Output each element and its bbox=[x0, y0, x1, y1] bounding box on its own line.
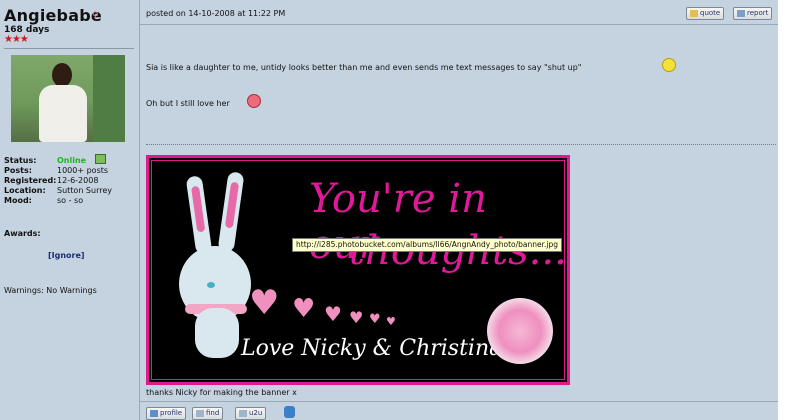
post-separator bbox=[146, 144, 776, 145]
rose-icon bbox=[487, 298, 553, 364]
banner-love-line: Love Nicky & Christina x bbox=[241, 336, 522, 361]
heart-icon: ♥ bbox=[386, 315, 396, 328]
heart-icon: ♥ bbox=[292, 294, 316, 324]
sidebar-divider bbox=[4, 48, 134, 49]
warnings-text: Warnings: No Warnings bbox=[4, 286, 97, 295]
heart-icon: ♥ bbox=[249, 283, 280, 323]
post-text-line1: Sia is like a daughter to me, untidy loo… bbox=[146, 63, 582, 72]
post-caption: thanks Nicky for making the banner x bbox=[146, 388, 297, 397]
awards-label: Awards: bbox=[4, 229, 41, 238]
posts-value: 1000+ posts bbox=[57, 166, 109, 175]
posts-label: Posts: bbox=[4, 166, 32, 175]
u2u-button[interactable]: u2u bbox=[235, 407, 267, 420]
profile-icon bbox=[150, 409, 158, 417]
love-smiley-icon bbox=[247, 94, 261, 108]
female-icon: ♀ bbox=[92, 11, 99, 21]
author-sidebar: Angiebabe ♀ 168 days ★★★ Status: Online … bbox=[0, 0, 140, 420]
rating-stars-icon: ★★★ bbox=[4, 34, 29, 45]
heart-icon: ♥ bbox=[349, 308, 364, 327]
ignore-link[interactable]: [Ignore] bbox=[48, 251, 85, 260]
post-header-divider bbox=[140, 24, 778, 25]
report-button[interactable]: report bbox=[733, 7, 773, 20]
banner-image[interactable]: You're in our thoughts... ♥ ♥ ♥ ♥ ♥ ♥ Lo… bbox=[146, 155, 570, 385]
heart-icon: ♥ bbox=[324, 302, 342, 326]
smiley-icon bbox=[662, 58, 676, 72]
registered-value: 12-6-2008 bbox=[57, 176, 99, 185]
status-value: Online bbox=[57, 156, 87, 165]
status-label: Status: bbox=[4, 156, 37, 165]
post-text-line2: Oh but I still love her bbox=[146, 99, 230, 108]
online-status-icon[interactable] bbox=[284, 406, 295, 418]
profile-button[interactable]: profile bbox=[146, 407, 187, 420]
image-url-tooltip: http://i285.photobucket.com/albums/ll66/… bbox=[292, 238, 563, 252]
location-value: Sutton Surrey bbox=[57, 186, 112, 195]
find-button[interactable]: find bbox=[192, 407, 224, 420]
bunny-body bbox=[195, 308, 239, 358]
quote-button[interactable]: quote bbox=[686, 7, 725, 20]
heart-icon: ♥ bbox=[369, 312, 381, 327]
quote-icon bbox=[690, 9, 698, 17]
location-label: Location: bbox=[4, 186, 46, 195]
post-timestamp: posted on 14-10-2008 at 11:22 PM bbox=[146, 9, 286, 18]
find-icon bbox=[196, 409, 204, 417]
registered-label: Registered: bbox=[4, 176, 57, 185]
u2u-icon bbox=[239, 409, 247, 417]
computer-online-icon bbox=[95, 154, 106, 164]
avatar bbox=[11, 55, 125, 142]
bunny-nose bbox=[207, 282, 215, 288]
mood-label: Mood: bbox=[4, 196, 32, 205]
report-icon bbox=[737, 9, 745, 17]
mood-value: so - so bbox=[57, 196, 84, 205]
post-footer-divider bbox=[140, 401, 778, 402]
author-username[interactable]: Angiebabe bbox=[4, 6, 102, 25]
